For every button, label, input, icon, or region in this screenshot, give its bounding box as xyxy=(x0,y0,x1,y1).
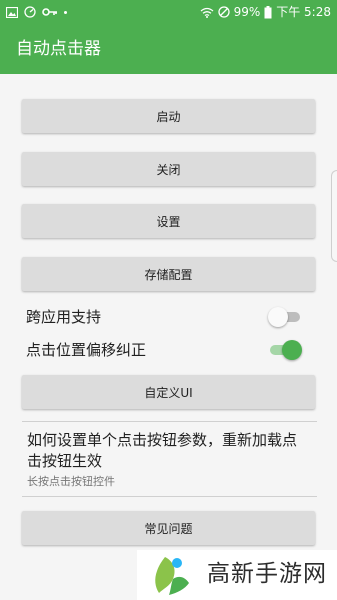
main-content: 启动 关闭 设置 存储配置 跨应用支持 点击位置偏移纠正 自定义UI 如何设置单… xyxy=(0,74,337,552)
save-config-button[interactable]: 存储配置 xyxy=(22,257,315,291)
clock: 下午 5:28 xyxy=(276,5,331,19)
notification-dot xyxy=(64,10,67,14)
battery-icon xyxy=(264,5,272,18)
divider xyxy=(22,496,317,497)
switch-thumb xyxy=(268,307,288,327)
start-button[interactable]: 启动 xyxy=(22,99,315,133)
cross-app-toggle-row[interactable]: 跨应用支持 xyxy=(26,305,306,329)
speedometer-icon xyxy=(24,6,36,18)
image-icon xyxy=(6,6,18,18)
help-title: 如何设置单个点击按钮参数，重新加载点击按钮生效 xyxy=(27,431,298,470)
status-right: 99% 下午 5:28 xyxy=(200,4,331,20)
faq-button[interactable]: 常见问题 xyxy=(22,511,315,545)
wifi-icon xyxy=(200,7,213,18)
offset-correction-toggle-row[interactable]: 点击位置偏移纠正 xyxy=(26,338,306,362)
status-bar: 99% 下午 5:28 xyxy=(0,0,337,24)
battery-percent: 99% xyxy=(233,5,261,19)
offset-correction-switch[interactable] xyxy=(268,340,302,360)
watermark-text: 高新手游网 xyxy=(207,561,327,587)
close-button[interactable]: 关闭 xyxy=(22,152,315,186)
edge-panel-handle[interactable] xyxy=(331,170,337,262)
status-left xyxy=(6,4,67,20)
help-subtitle: 长按点击按钮控件 xyxy=(27,475,115,488)
watermark: 高新手游网 xyxy=(137,550,337,600)
app-title: 自动点击器 xyxy=(16,39,101,59)
dnd-icon xyxy=(217,6,230,18)
offset-correction-label: 点击位置偏移纠正 xyxy=(26,341,147,359)
custom-ui-button[interactable]: 自定义UI xyxy=(22,375,315,409)
cross-app-switch[interactable] xyxy=(268,307,302,327)
divider xyxy=(22,421,317,422)
cross-app-label: 跨应用支持 xyxy=(26,308,102,326)
settings-button[interactable]: 设置 xyxy=(22,204,315,238)
switch-thumb xyxy=(282,340,302,360)
app-bar: 自动点击器 xyxy=(0,24,337,74)
watermark-logo-icon xyxy=(155,557,189,595)
key-icon xyxy=(42,8,57,16)
